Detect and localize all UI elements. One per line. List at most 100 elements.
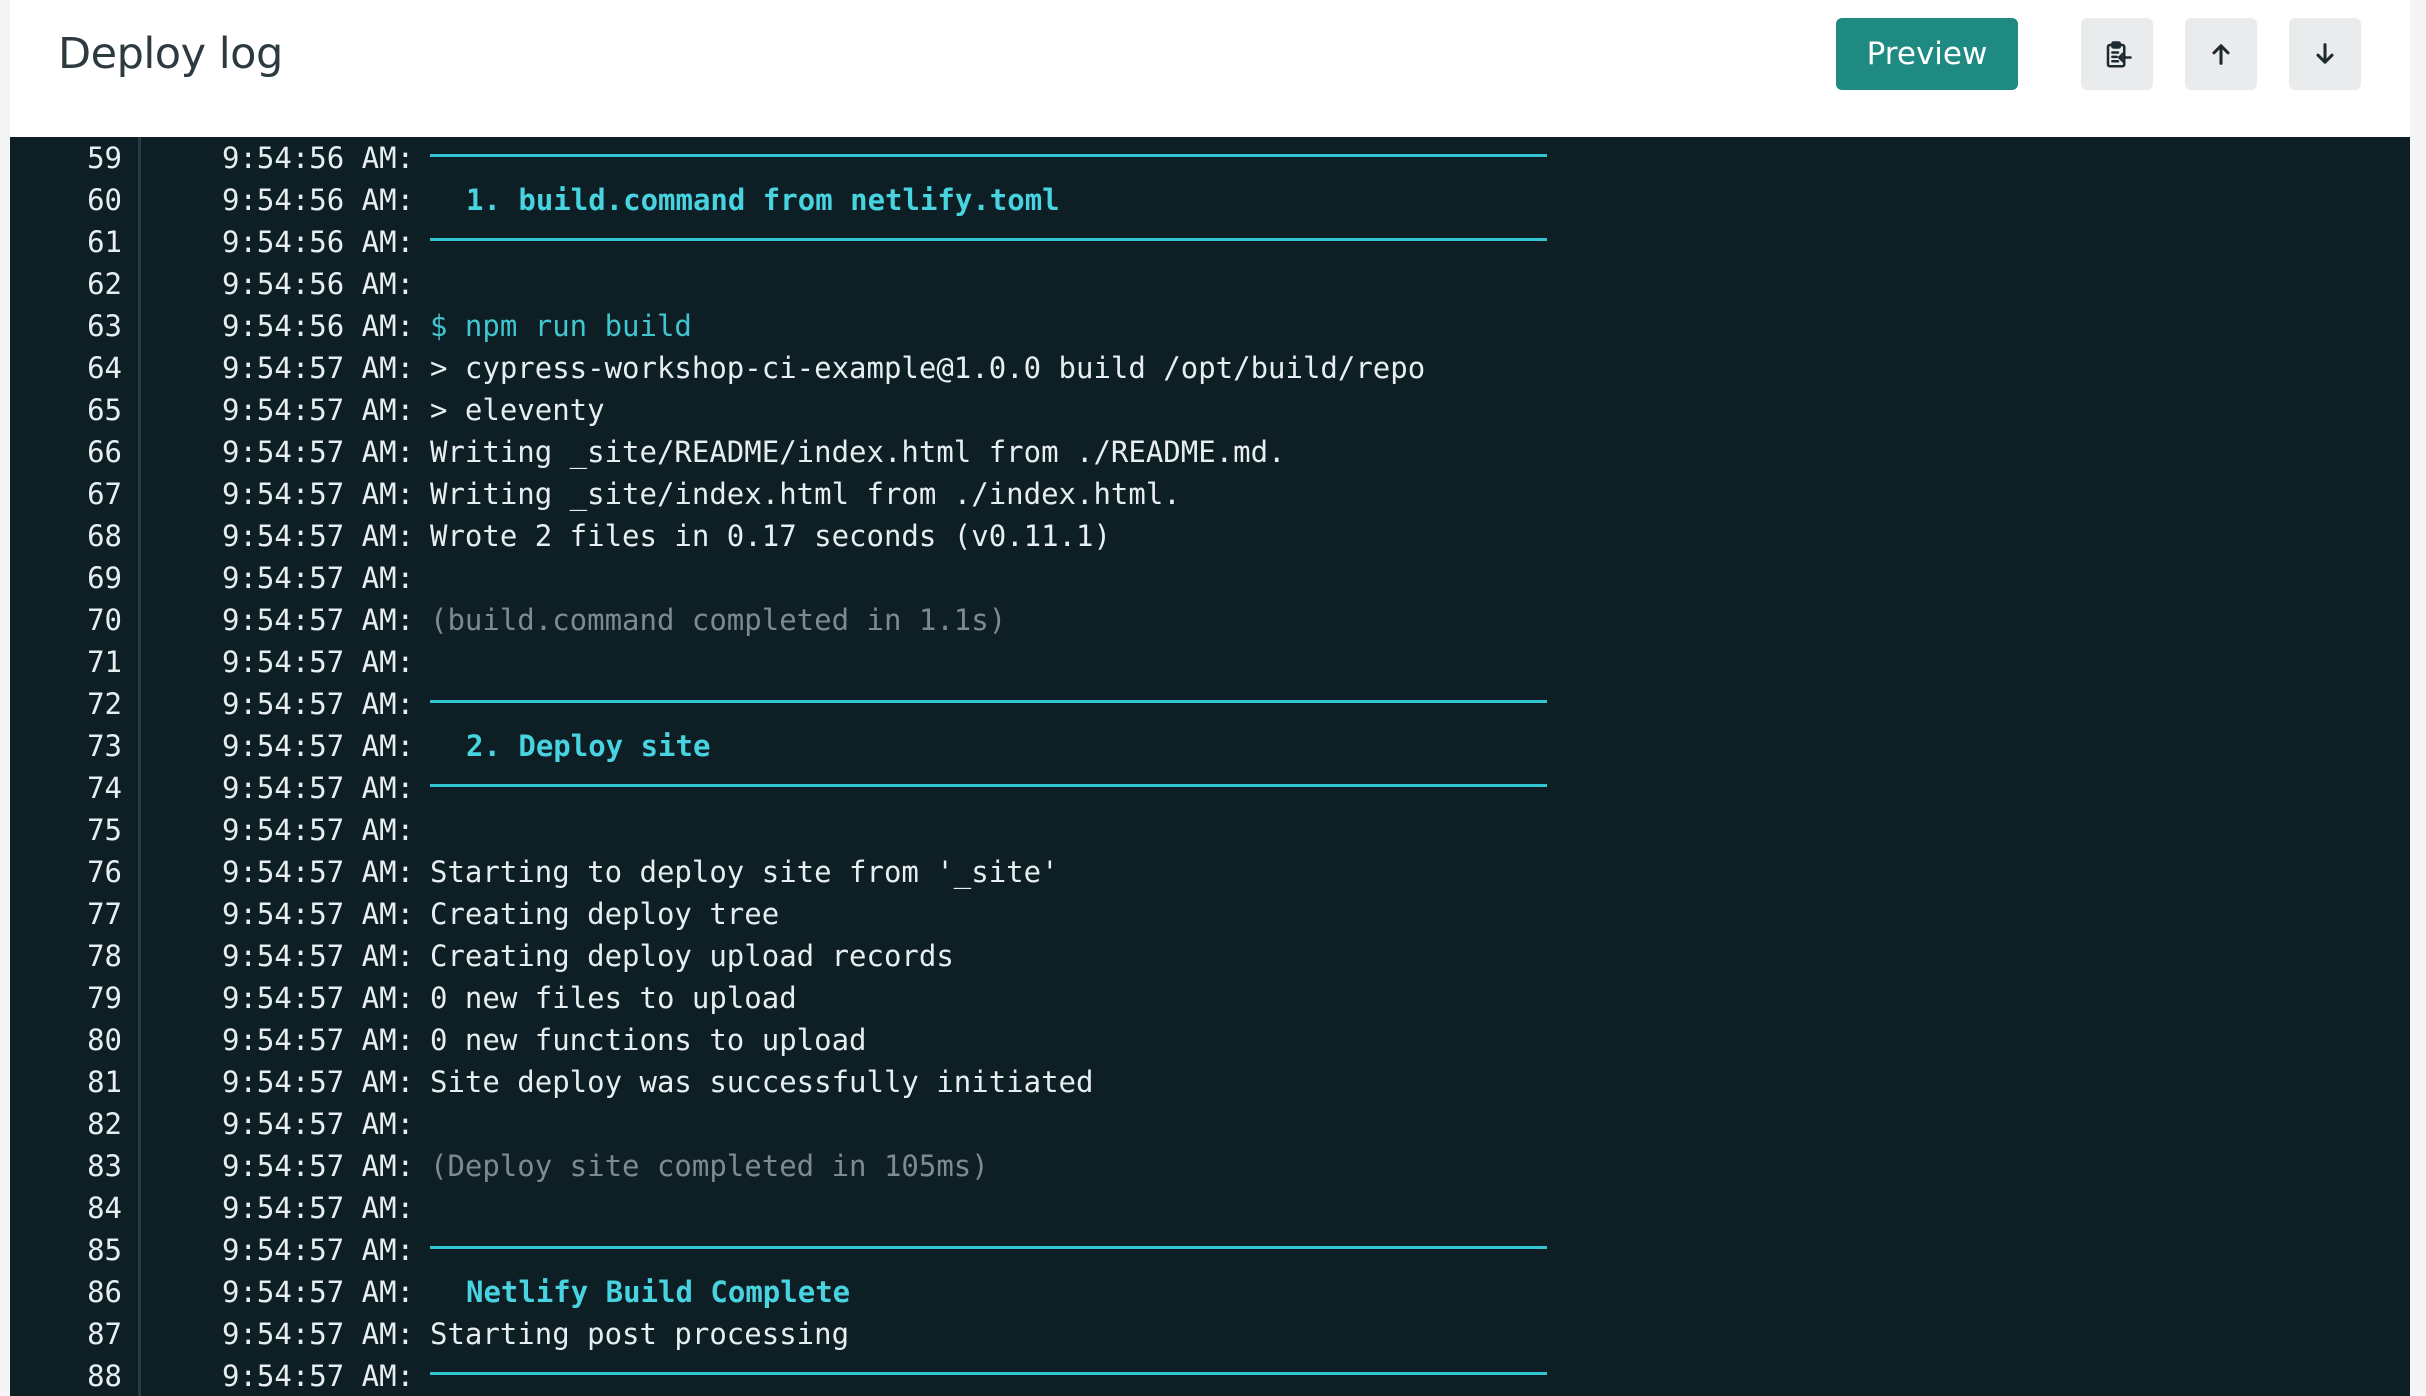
line-number[interactable]: 74	[10, 767, 122, 809]
line-number[interactable]: 70	[10, 599, 122, 641]
line-number[interactable]: 65	[10, 389, 122, 431]
line-number[interactable]: 88	[10, 1355, 122, 1396]
line-number[interactable]: 83	[10, 1145, 122, 1187]
section-divider	[430, 1246, 1547, 1249]
line-number[interactable]: 82	[10, 1103, 122, 1145]
log-viewer[interactable]: 59 9:54:56 AM: 60 9:54:56 AM: 1. build.comma…	[10, 137, 2410, 1396]
line-number[interactable]: 81	[10, 1061, 122, 1103]
log-line: 86 9:54:57 AM: Netlify Build Complete	[10, 1271, 2410, 1313]
line-number[interactable]: 66	[10, 431, 122, 473]
log-timestamp: 9:54:57 AM:	[222, 729, 415, 763]
line-number[interactable]: 67	[10, 473, 122, 515]
copy-to-clipboard-icon	[2106, 41, 2132, 68]
scroll-to-bottom-button[interactable]	[2289, 18, 2361, 90]
section-heading: 2. Deploy site	[466, 729, 711, 763]
log-message: $ npm run build	[430, 309, 692, 343]
log-line: 65 9:54:57 AM: > eleventy	[10, 389, 2410, 431]
preview-button[interactable]: Preview	[1836, 18, 2018, 90]
log-timestamp: 9:54:57 AM:	[222, 1149, 415, 1183]
log-message: 0 new files to upload	[430, 981, 797, 1015]
log-line: 73 9:54:57 AM: 2. Deploy site	[10, 725, 2410, 767]
log-timestamp: 9:54:57 AM:	[222, 1191, 415, 1225]
log-timestamp: 9:54:57 AM:	[222, 1065, 415, 1099]
log-line: 60 9:54:56 AM: 1. build.command from netli…	[10, 179, 2410, 221]
line-number[interactable]: 77	[10, 893, 122, 935]
log-line: 81 9:54:57 AM: Site deploy was successfull…	[10, 1061, 2410, 1103]
line-number[interactable]: 71	[10, 641, 122, 683]
section-heading: Netlify Build Complete	[466, 1275, 851, 1309]
log-message: 0 new functions to upload	[430, 1023, 867, 1057]
log-line: 88 9:54:57 AM:	[10, 1355, 2410, 1396]
line-number[interactable]: 73	[10, 725, 122, 767]
line-number[interactable]: 60	[10, 179, 122, 221]
log-line: 79 9:54:57 AM: 0 new files to upload	[10, 977, 2410, 1019]
line-number[interactable]: 68	[10, 515, 122, 557]
log-message: > cypress-workshop-ci-example@1.0.0 buil…	[430, 351, 1426, 385]
log-timestamp: 9:54:57 AM:	[222, 1359, 415, 1393]
log-line: 74 9:54:57 AM:	[10, 767, 2410, 809]
line-number[interactable]: 87	[10, 1313, 122, 1355]
section-divider	[430, 784, 1547, 787]
deploy-log-header: Deploy log Preview	[10, 0, 2410, 137]
log-line: 77 9:54:57 AM: Creating deploy tree	[10, 893, 2410, 935]
line-number[interactable]: 86	[10, 1271, 122, 1313]
line-number[interactable]: 84	[10, 1187, 122, 1229]
line-number[interactable]: 61	[10, 221, 122, 263]
log-timestamp: 9:54:57 AM:	[222, 645, 415, 679]
log-message: Wrote 2 files in 0.17 seconds (v0.11.1)	[430, 519, 1111, 553]
section-divider	[430, 700, 1547, 703]
log-timestamp: 9:54:57 AM:	[222, 435, 415, 469]
log-timestamp: 9:54:57 AM:	[222, 1023, 415, 1057]
log-message: Writing _site/index.html from ./index.ht…	[430, 477, 1181, 511]
log-line: 75 9:54:57 AM:	[10, 809, 2410, 851]
line-number[interactable]: 80	[10, 1019, 122, 1061]
line-number[interactable]: 64	[10, 347, 122, 389]
line-number[interactable]: 63	[10, 305, 122, 347]
log-timestamp: 9:54:57 AM:	[222, 477, 415, 511]
line-number[interactable]: 62	[10, 263, 122, 305]
log-message: Creating deploy upload records	[430, 939, 954, 973]
log-timestamp: 9:54:57 AM:	[222, 813, 415, 847]
arrow-up-icon	[2212, 44, 2230, 65]
line-number[interactable]: 72	[10, 683, 122, 725]
log-timestamp: 9:54:56 AM:	[222, 141, 415, 175]
log-timestamp: 9:54:57 AM:	[222, 1107, 415, 1141]
log-timestamp: 9:54:56 AM:	[222, 183, 415, 217]
line-number[interactable]: 75	[10, 809, 122, 851]
log-timestamp: 9:54:57 AM:	[222, 1275, 415, 1309]
log-message: (Deploy site completed in 105ms)	[430, 1149, 989, 1183]
line-number[interactable]: 76	[10, 851, 122, 893]
log-message: Starting to deploy site from '_site'	[430, 855, 1059, 889]
section-heading: 1. build.command from netlify.toml	[466, 183, 1060, 217]
section-divider	[430, 154, 1547, 157]
log-timestamp: 9:54:57 AM:	[222, 603, 415, 637]
log-timestamp: 9:54:56 AM:	[222, 225, 415, 259]
line-number[interactable]: 78	[10, 935, 122, 977]
line-number[interactable]: 79	[10, 977, 122, 1019]
line-number[interactable]: 59	[10, 137, 122, 179]
line-number[interactable]: 85	[10, 1229, 122, 1271]
log-line: 63 9:54:56 AM: $ npm run build	[10, 305, 2410, 347]
log-line: 80 9:54:57 AM: 0 new functions to upload	[10, 1019, 2410, 1061]
log-timestamp: 9:54:57 AM:	[222, 687, 415, 721]
log-timestamp: 9:54:57 AM:	[222, 897, 415, 931]
log-timestamp: 9:54:57 AM:	[222, 561, 415, 595]
log-timestamp: 9:54:57 AM:	[222, 393, 415, 427]
line-number[interactable]: 69	[10, 557, 122, 599]
log-line: 83 9:54:57 AM: (Deploy site completed in 1…	[10, 1145, 2410, 1187]
scroll-to-top-button[interactable]	[2185, 18, 2257, 90]
log-timestamp: 9:54:57 AM:	[222, 981, 415, 1015]
log-message: Writing _site/README/index.html from ./R…	[430, 435, 1286, 469]
log-line: 59 9:54:56 AM:	[10, 137, 2410, 179]
log-timestamp: 9:54:57 AM:	[222, 939, 415, 973]
log-message: Site deploy was successfully initiated	[430, 1065, 1094, 1099]
log-line: 84 9:54:57 AM:	[10, 1187, 2410, 1229]
arrow-down-icon	[2316, 43, 2334, 64]
log-line: 78 9:54:57 AM: Creating deploy upload reco…	[10, 935, 2410, 977]
copy-log-button[interactable]	[2081, 18, 2153, 90]
section-divider	[430, 1372, 1547, 1375]
log-timestamp: 9:54:57 AM:	[222, 351, 415, 385]
page-title: Deploy log	[58, 29, 283, 79]
log-message: Creating deploy tree	[430, 897, 780, 931]
log-timestamp: 9:54:57 AM:	[222, 1317, 415, 1351]
